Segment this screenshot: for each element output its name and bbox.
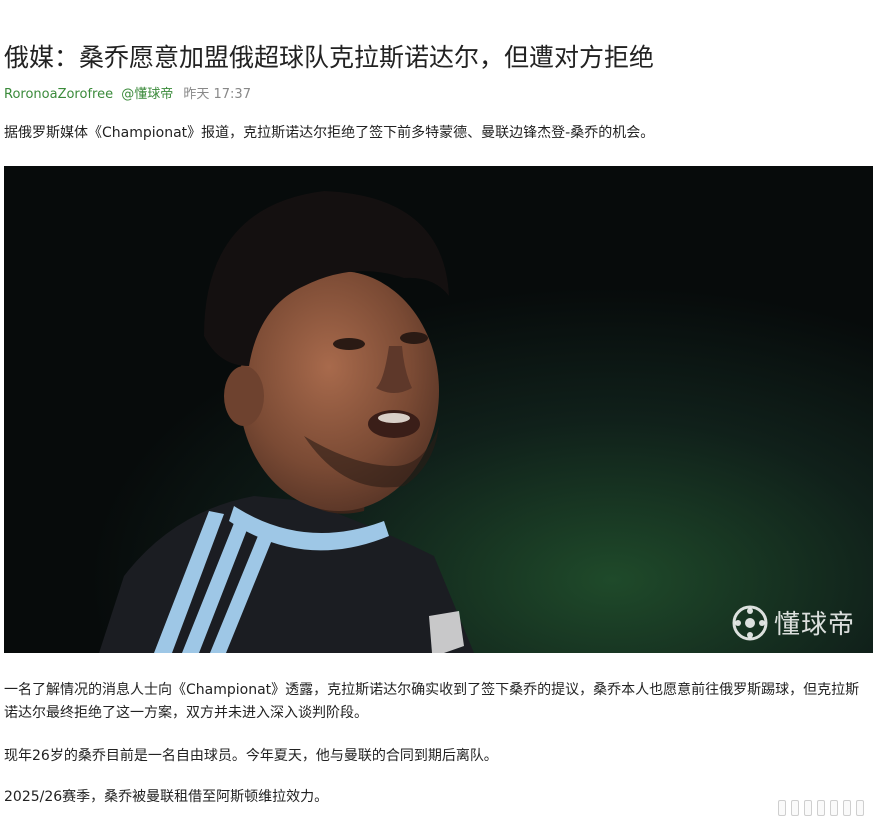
article-photo: 懂球帝 [4, 166, 873, 653]
dot-icon [830, 800, 838, 816]
dot-icon [843, 800, 851, 816]
article-paragraph-1: 据俄罗斯媒体《Championat》报道，克拉斯诺达尔拒绝了签下前多特蒙德、曼联… [4, 125, 655, 141]
dot-icon [856, 800, 864, 816]
article-paragraph-4: 2025/26赛季，桑乔被曼联租借至阿斯顿维拉效力。 [4, 789, 329, 805]
article-title: 俄媒：桑乔愿意加盟俄超球队克拉斯诺达尔，但遭对方拒绝 [4, 43, 655, 72]
dot-icon [817, 800, 825, 816]
source-link[interactable]: @懂球帝 [121, 87, 173, 102]
article-meta: RoronoaZorofree @懂球帝 昨天 17:37 [4, 86, 251, 104]
dongqiudi-logo-icon [732, 605, 768, 640]
article-paragraph-3: 现年26岁的桑乔目前是一名自由球员。今年夏天，他与曼联的合同到期后离队。 [4, 748, 498, 764]
watermark-text: 懂球帝 [773, 610, 855, 640]
publish-time: 昨天 17:37 [183, 87, 251, 102]
dot-icon [791, 800, 799, 816]
more-dots-icon[interactable] [778, 800, 864, 816]
author-link[interactable]: RoronoaZorofree [4, 87, 113, 102]
player-photo-illustration [4, 166, 873, 653]
article-paragraph-2: 一名了解情况的消息人士向《Championat》透露，克拉斯诺达尔确实收到了签下… [4, 682, 860, 721]
dot-icon [778, 800, 786, 816]
watermark: 懂球帝 [732, 604, 855, 641]
dot-icon [804, 800, 812, 816]
